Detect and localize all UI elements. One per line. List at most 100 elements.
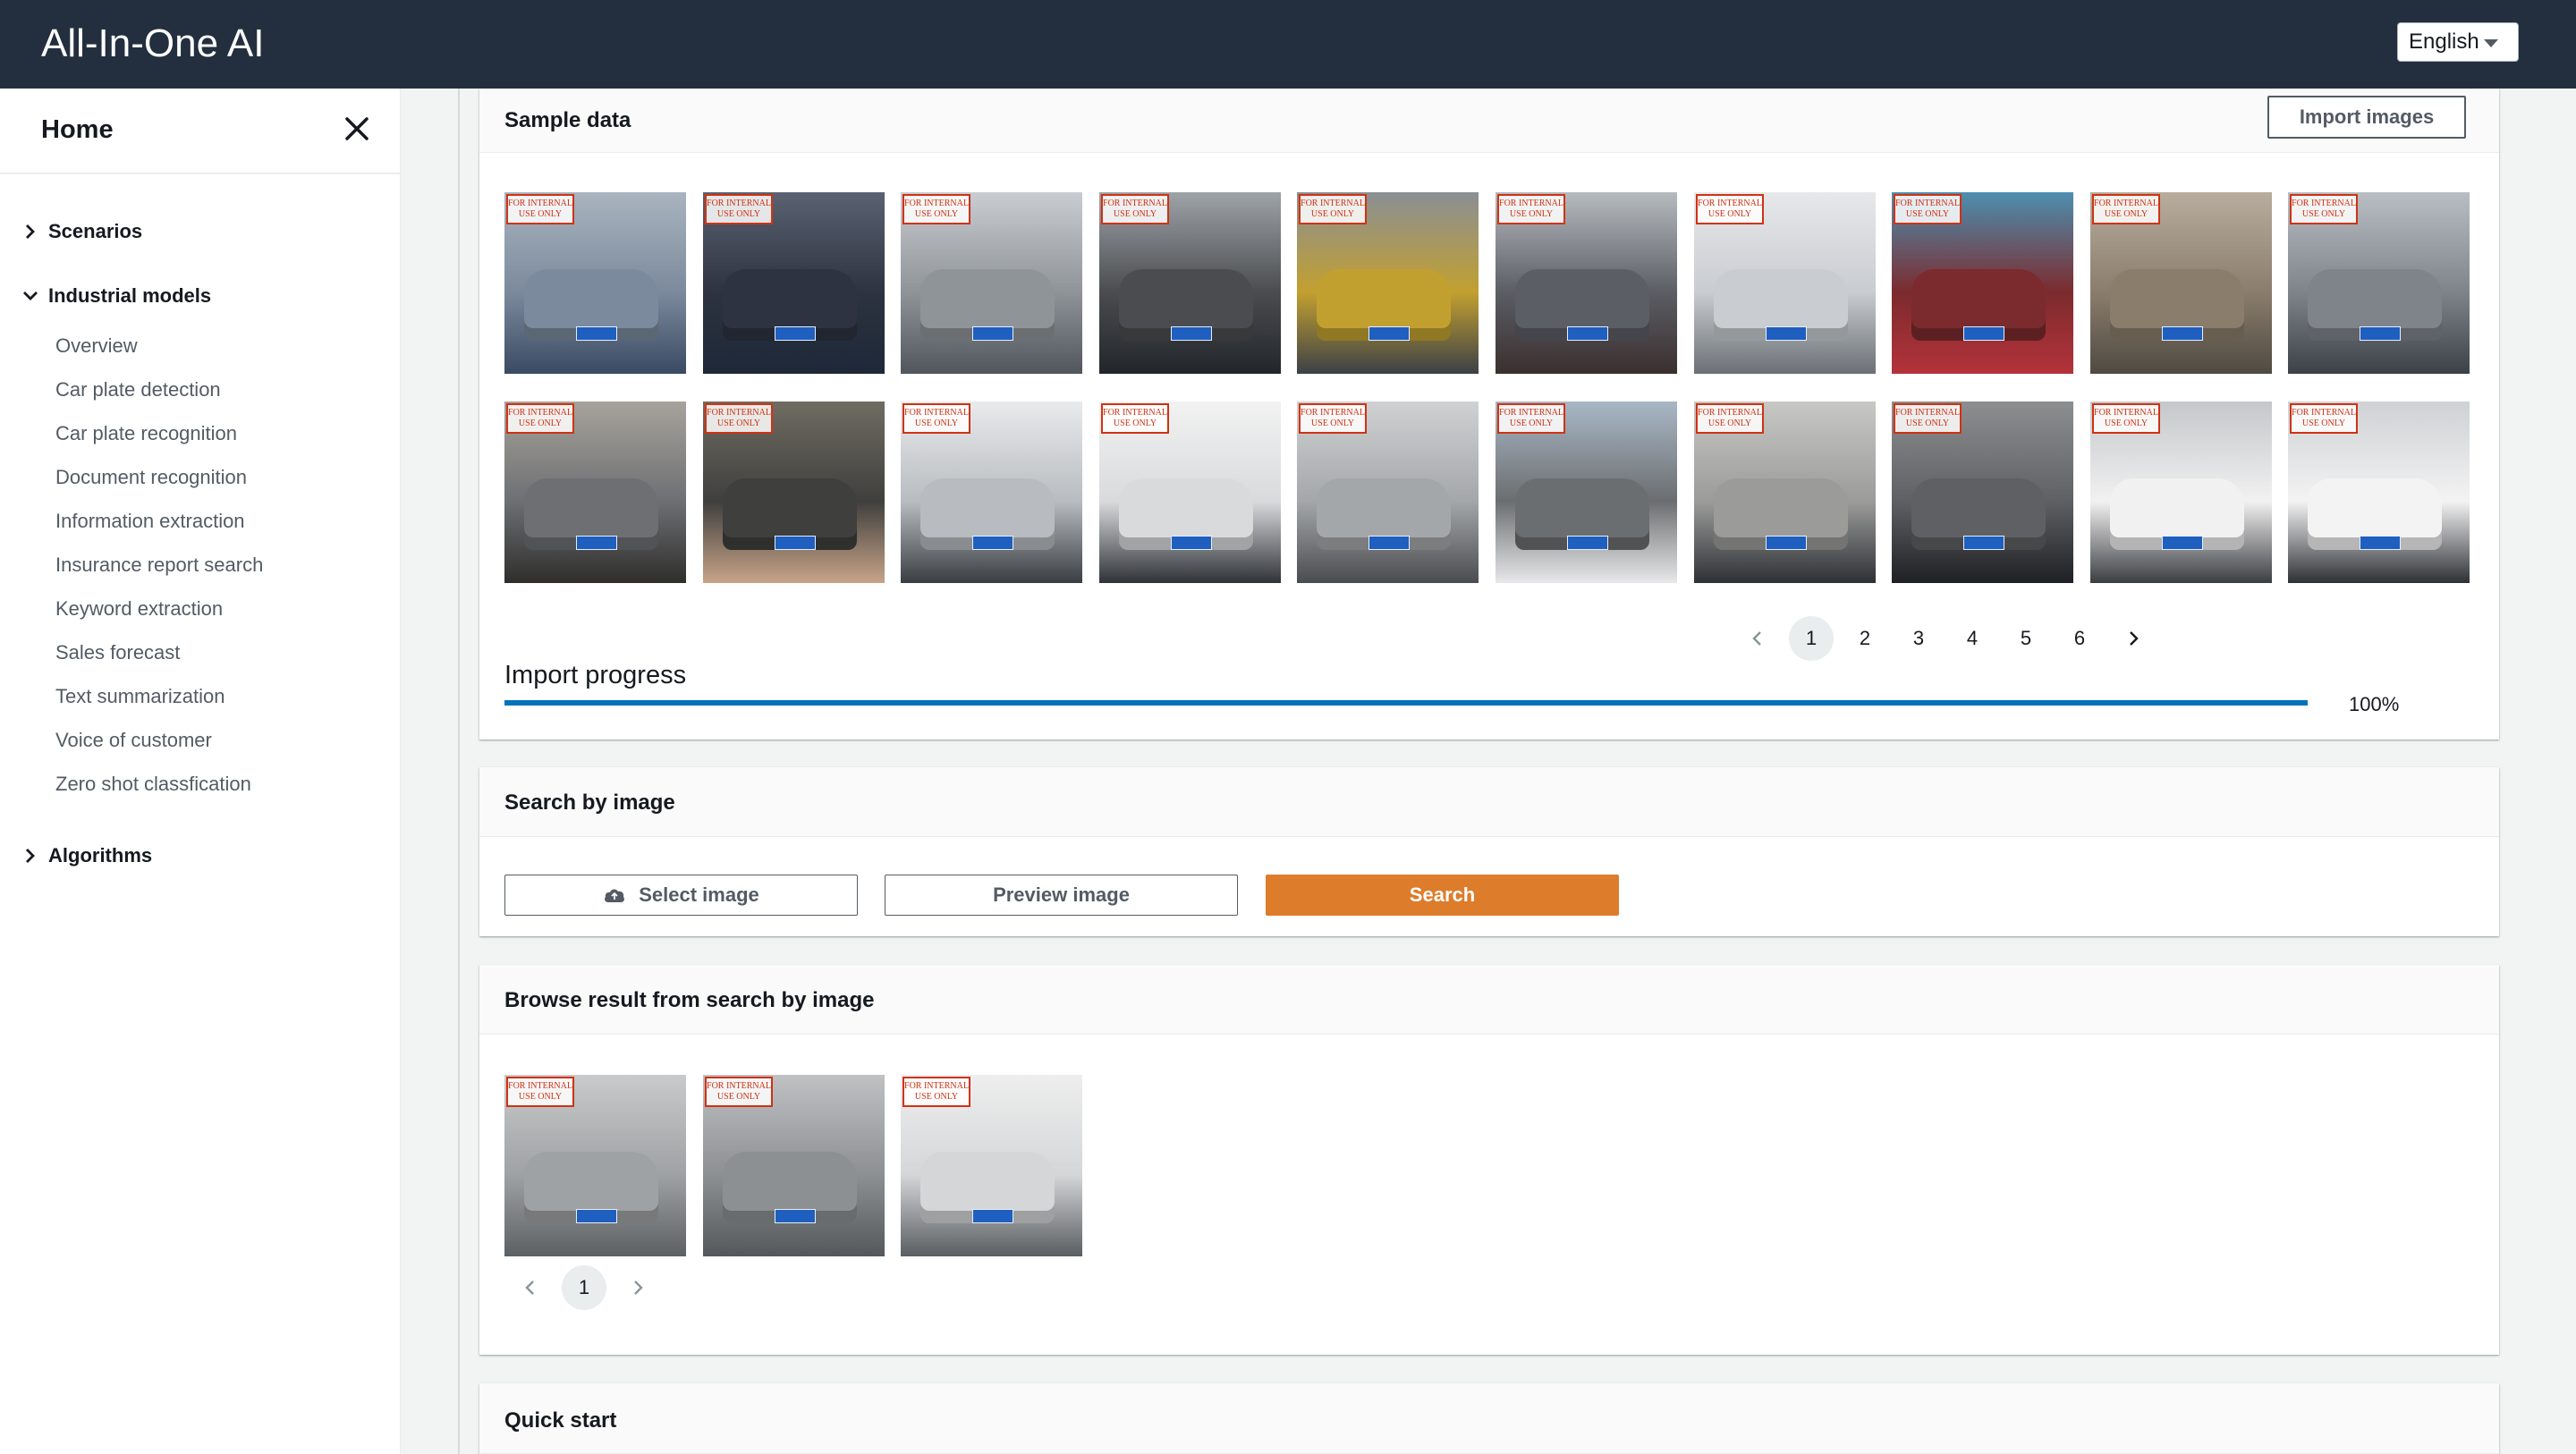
sample-image-thumbnail[interactable]: FOR INTERNAL USE ONLY bbox=[2090, 192, 2272, 374]
browse-result-panel: Browse result from search by image FOR I… bbox=[479, 965, 2499, 1355]
sample-image-thumbnail[interactable]: FOR INTERNAL USE ONLY bbox=[1496, 402, 1677, 583]
sample-image-thumbnail[interactable]: FOR INTERNAL USE ONLY bbox=[1892, 192, 2073, 374]
sidebar-item-car-plate-recognition[interactable]: Car plate recognition bbox=[55, 420, 237, 447]
sidebar-item-overview[interactable]: Overview bbox=[55, 333, 138, 359]
sidebar-item-document-recognition[interactable]: Document recognition bbox=[55, 464, 247, 491]
license-plate-shape bbox=[972, 536, 1013, 550]
import-images-button[interactable]: Import images bbox=[2267, 96, 2466, 139]
sidebar-item-car-plate-detection[interactable]: Car plate detection bbox=[55, 376, 221, 403]
sidebar-item-sales-forecast[interactable]: Sales forecast bbox=[55, 639, 180, 666]
sidebar-item-insurance-report-search[interactable]: Insurance report search bbox=[55, 552, 263, 579]
internal-use-stamp: FOR INTERNAL USE ONLY bbox=[1696, 194, 1764, 224]
chevron-right-icon bbox=[26, 849, 35, 863]
quick-start-header: Quick start bbox=[479, 1383, 2499, 1454]
sample-image-thumbnail[interactable]: FOR INTERNAL USE ONLY bbox=[504, 192, 686, 374]
page-button-1[interactable]: 1 bbox=[1789, 616, 1834, 661]
page-button-1[interactable]: 1 bbox=[562, 1265, 606, 1310]
internal-use-stamp: FOR INTERNAL USE ONLY bbox=[2290, 194, 2358, 224]
internal-use-stamp: FOR INTERNAL USE ONLY bbox=[1894, 403, 1962, 434]
sample-data-panel: Sample data Import images FOR INTERNAL U… bbox=[479, 89, 2499, 740]
sample-image-thumbnail[interactable]: FOR INTERNAL USE ONLY bbox=[2090, 402, 2272, 583]
license-plate-shape bbox=[2162, 326, 2203, 341]
previous-page-button[interactable] bbox=[1735, 616, 1780, 661]
sidebar-section-label: Scenarios bbox=[48, 220, 143, 242]
next-page-button[interactable] bbox=[615, 1265, 660, 1310]
license-plate-shape bbox=[1766, 536, 1807, 550]
page-button-4[interactable]: 4 bbox=[1950, 616, 1995, 661]
internal-use-stamp: FOR INTERNAL USE ONLY bbox=[1299, 194, 1367, 224]
internal-use-stamp: FOR INTERNAL USE ONLY bbox=[2092, 194, 2160, 224]
sample-image-thumbnail[interactable]: FOR INTERNAL USE ONLY bbox=[1496, 192, 1677, 374]
sidebar-divider bbox=[0, 173, 401, 174]
internal-use-stamp: FOR INTERNAL USE ONLY bbox=[506, 194, 574, 224]
sample-image-thumbnail[interactable]: FOR INTERNAL USE ONLY bbox=[504, 402, 686, 583]
sample-data-title: Sample data bbox=[504, 108, 631, 132]
search-by-image-header: Search by image bbox=[479, 767, 2499, 837]
sample-image-thumbnail[interactable]: FOR INTERNAL USE ONLY bbox=[703, 402, 885, 583]
sidebar-item-information-extraction[interactable]: Information extraction bbox=[55, 508, 245, 535]
preview-image-button[interactable]: Preview image bbox=[885, 875, 1238, 916]
search-by-image-title: Search by image bbox=[504, 790, 675, 815]
chevron-right-icon bbox=[2130, 631, 2139, 646]
select-image-button[interactable]: Select image bbox=[504, 875, 858, 916]
language-select[interactable]: English bbox=[2397, 22, 2519, 62]
sample-image-thumbnail[interactable]: FOR INTERNAL USE ONLY bbox=[1892, 402, 2073, 583]
license-plate-shape bbox=[1368, 536, 1410, 550]
close-icon[interactable] bbox=[342, 114, 372, 144]
sample-image-thumbnail[interactable]: FOR INTERNAL USE ONLY bbox=[2288, 192, 2470, 374]
sample-image-thumbnail[interactable]: FOR INTERNAL USE ONLY bbox=[2288, 402, 2470, 583]
sample-image-thumbnail[interactable]: FOR INTERNAL USE ONLY bbox=[1297, 192, 1479, 374]
license-plate-shape bbox=[1963, 536, 2004, 550]
search-button[interactable]: Search bbox=[1266, 875, 1619, 916]
license-plate-shape bbox=[775, 326, 816, 341]
sample-image-thumbnail[interactable]: FOR INTERNAL USE ONLY bbox=[1694, 402, 1876, 583]
license-plate-shape bbox=[1171, 326, 1212, 341]
sidebar-item-voice-of-customer[interactable]: Voice of customer bbox=[55, 727, 212, 754]
internal-use-stamp: FOR INTERNAL USE ONLY bbox=[705, 403, 773, 434]
sidebar-section-algorithms[interactable]: Algorithms bbox=[21, 840, 152, 872]
license-plate-shape bbox=[775, 536, 816, 550]
sidebar-section-industrial-models[interactable]: Industrial models bbox=[21, 280, 211, 312]
top-navigation: All-In-One AI English bbox=[0, 0, 2576, 89]
next-page-button[interactable] bbox=[2111, 616, 2156, 661]
sample-image-thumbnail[interactable]: FOR INTERNAL USE ONLY bbox=[1099, 192, 1281, 374]
chevron-left-icon bbox=[525, 1281, 534, 1295]
license-plate-shape bbox=[2360, 536, 2401, 550]
license-plate-shape bbox=[1368, 326, 1410, 341]
sidebar-item-keyword-extraction[interactable]: Keyword extraction bbox=[55, 596, 223, 622]
page-button-3[interactable]: 3 bbox=[1896, 616, 1941, 661]
result-image-thumbnail[interactable]: FOR INTERNAL USE ONLY bbox=[504, 1075, 686, 1256]
license-plate-shape bbox=[1171, 536, 1212, 550]
internal-use-stamp: FOR INTERNAL USE ONLY bbox=[1497, 403, 1565, 434]
caret-down-icon bbox=[2484, 39, 2498, 47]
browse-result-title: Browse result from search by image bbox=[504, 988, 875, 1012]
sample-image-thumbnail[interactable]: FOR INTERNAL USE ONLY bbox=[901, 402, 1082, 583]
sample-image-thumbnail[interactable]: FOR INTERNAL USE ONLY bbox=[1297, 402, 1479, 583]
page-button-6[interactable]: 6 bbox=[2057, 616, 2102, 661]
sidebar-item-zero-shot-classfication[interactable]: Zero shot classfication bbox=[55, 771, 251, 798]
previous-page-button[interactable] bbox=[508, 1265, 553, 1310]
browse-result-header: Browse result from search by image bbox=[479, 965, 2499, 1035]
sample-image-thumbnail[interactable]: FOR INTERNAL USE ONLY bbox=[1694, 192, 1876, 374]
result-image-thumbnail[interactable]: FOR INTERNAL USE ONLY bbox=[703, 1075, 885, 1256]
internal-use-stamp: FOR INTERNAL USE ONLY bbox=[1101, 194, 1169, 224]
result-image-thumbnail[interactable]: FOR INTERNAL USE ONLY bbox=[901, 1075, 1082, 1256]
sample-image-thumbnail[interactable]: FOR INTERNAL USE ONLY bbox=[1099, 402, 1281, 583]
internal-use-stamp: FOR INTERNAL USE ONLY bbox=[1101, 403, 1169, 434]
internal-use-stamp: FOR INTERNAL USE ONLY bbox=[1497, 194, 1565, 224]
sidebar-section-scenarios[interactable]: Scenarios bbox=[21, 216, 142, 248]
quick-start-title: Quick start bbox=[504, 1408, 617, 1433]
internal-use-stamp: FOR INTERNAL USE ONLY bbox=[902, 194, 970, 224]
internal-use-stamp: FOR INTERNAL USE ONLY bbox=[902, 403, 970, 434]
license-plate-shape bbox=[1567, 536, 1608, 550]
sample-data-header: Sample data Import images bbox=[479, 89, 2499, 153]
sample-image-thumbnail[interactable]: FOR INTERNAL USE ONLY bbox=[703, 192, 885, 374]
sidebar-home-link[interactable]: Home bbox=[41, 115, 114, 145]
page-button-5[interactable]: 5 bbox=[2004, 616, 2048, 661]
sample-image-thumbnail[interactable]: FOR INTERNAL USE ONLY bbox=[901, 192, 1082, 374]
license-plate-shape bbox=[1766, 326, 1807, 341]
page-button-2[interactable]: 2 bbox=[1843, 616, 1887, 661]
sidebar-item-text-summarization[interactable]: Text summarization bbox=[55, 683, 225, 710]
internal-use-stamp: FOR INTERNAL USE ONLY bbox=[705, 1077, 773, 1107]
sample-pagination: 1 2 3 4 5 6 bbox=[1735, 616, 2165, 661]
